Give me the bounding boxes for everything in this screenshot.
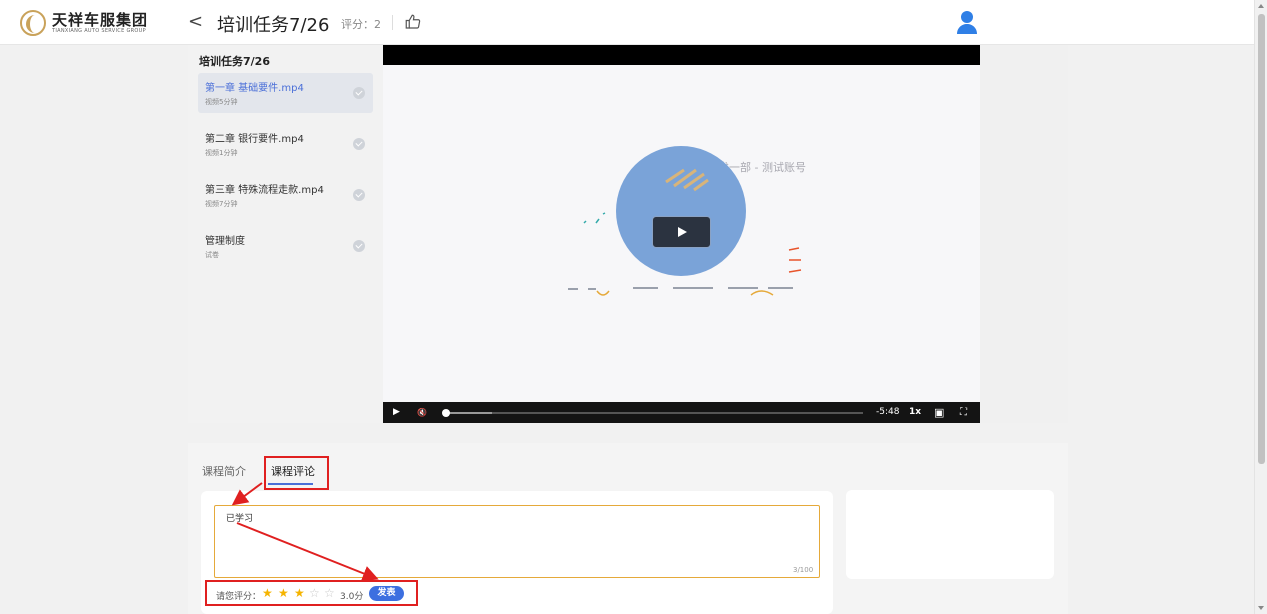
lesson-name: 第一章 基础要件.mp4 — [205, 83, 304, 94]
lesson-item-3[interactable]: 第三章 特殊流程走款.mp4 视频7分钟 — [198, 175, 373, 215]
page-scrollbar[interactable] — [1254, 0, 1267, 614]
check-circle-icon — [353, 87, 365, 99]
page-title: 培训任务7/26 — [217, 15, 330, 36]
video-controls: ▶ 🔇 -5:48 1x ▣ ⛶ — [383, 402, 980, 423]
lesson-item-2[interactable]: 第二章 银行要件.mp4 视频1分钟 — [198, 124, 373, 164]
logo-name: 天祥车服集团 — [52, 10, 149, 29]
fullscreen-icon[interactable]: ⛶ — [960, 402, 967, 423]
logo-subtitle: TIANXIANG AUTO SERVICE GROUP — [52, 27, 146, 34]
char-count: 3/100 — [793, 566, 814, 574]
course-detail-section: 课程简介 课程评论 3/100 请您评分： ★ ★ ★ ☆ ☆ 3.0分 发表 — [188, 443, 1068, 614]
sidebar-title: 培训任务7/26 — [199, 55, 270, 68]
rating-label: 请您评分： — [216, 592, 262, 602]
progress-fill — [446, 412, 492, 414]
progress-handle[interactable] — [442, 409, 450, 417]
chevron-left-icon[interactable]: < — [188, 11, 203, 32]
video-player[interactable]: 发一部 - 测试账号 ▶ 🔇 -5:48 1x ▣ ⛶ — [383, 45, 980, 423]
video-poster-circle — [616, 146, 746, 276]
logo-stripes-icon — [665, 168, 709, 192]
side-card — [846, 490, 1054, 579]
lesson-item-1[interactable]: 第一章 基础要件.mp4 视频5分钟 — [198, 73, 373, 113]
play-icon[interactable]: ▶ — [393, 402, 400, 423]
time-remaining: -5:48 — [876, 407, 900, 417]
pip-icon[interactable]: ▣ — [934, 402, 944, 423]
lesson-duration: 视频1分钟 — [205, 149, 238, 157]
tab-course-intro[interactable]: 课程简介 — [202, 463, 246, 479]
star-3-icon[interactable]: ★ — [294, 586, 305, 600]
lesson-name: 第二章 银行要件.mp4 — [205, 134, 304, 145]
star-4-icon[interactable]: ☆ — [309, 586, 320, 600]
lesson-name: 管理制度 — [205, 236, 245, 247]
scroll-thumb[interactable] — [1258, 14, 1265, 464]
rating-value: 3.0分 — [340, 592, 364, 602]
lesson-duration: 视频5分钟 — [205, 98, 238, 106]
header-divider — [392, 15, 393, 30]
scroll-up-icon[interactable] — [1258, 4, 1264, 8]
lesson-duration: 视频7分钟 — [205, 200, 238, 208]
check-circle-icon — [353, 138, 365, 150]
scroll-down-icon[interactable] — [1258, 606, 1264, 610]
speed-button[interactable]: 1x — [909, 402, 921, 423]
annotation-box-tab — [264, 456, 329, 490]
check-circle-icon — [353, 240, 365, 252]
comment-card: 3/100 请您评分： ★ ★ ★ ☆ ☆ 3.0分 发表 — [201, 491, 833, 614]
score-label: 评分：2 — [341, 18, 381, 31]
logo-icon — [20, 10, 46, 36]
thumbs-up-icon[interactable] — [404, 13, 422, 31]
comment-input[interactable] — [214, 505, 820, 578]
lesson-name: 第三章 特殊流程走款.mp4 — [205, 185, 324, 196]
submit-comment-button[interactable]: 发表 — [369, 586, 404, 601]
lesson-type: 试卷 — [205, 251, 219, 259]
check-circle-icon — [353, 189, 365, 201]
play-button[interactable] — [652, 216, 711, 248]
course-player-panel: 培训任务7/26 第一章 基础要件.mp4 视频5分钟 第二章 银行要件.mp4… — [188, 45, 1068, 423]
star-5-icon[interactable]: ☆ — [324, 586, 335, 600]
lesson-sidebar: 培训任务7/26 第一章 基础要件.mp4 视频5分钟 第二章 银行要件.mp4… — [188, 45, 383, 423]
mute-icon[interactable]: 🔇 — [417, 402, 427, 423]
top-header: 天祥车服集团 TIANXIANG AUTO SERVICE GROUP < 培训… — [0, 0, 1254, 45]
company-logo[interactable]: 天祥车服集团 TIANXIANG AUTO SERVICE GROUP — [20, 10, 148, 36]
star-1-icon[interactable]: ★ — [262, 586, 273, 600]
lesson-item-4[interactable]: 管理制度 试卷 — [198, 226, 373, 266]
user-avatar-icon[interactable] — [956, 10, 978, 34]
progress-track[interactable] — [446, 412, 863, 414]
star-2-icon[interactable]: ★ — [278, 586, 289, 600]
